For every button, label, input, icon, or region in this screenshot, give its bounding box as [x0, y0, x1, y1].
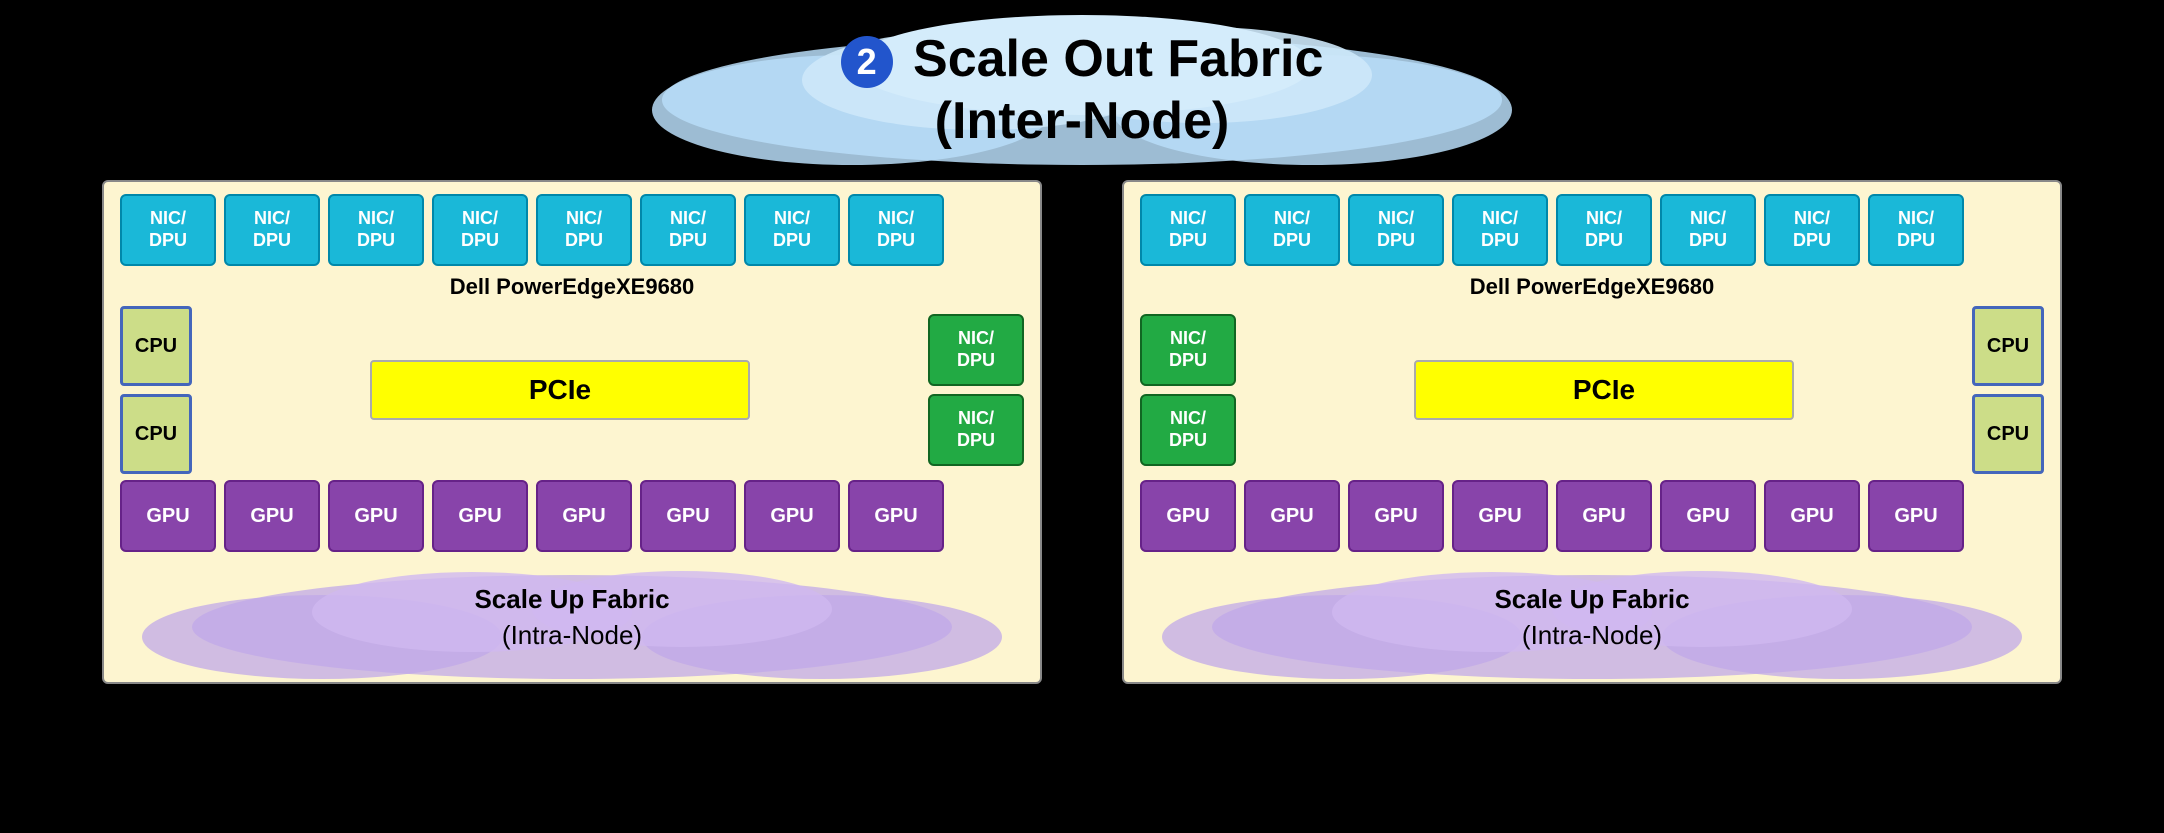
nic-dpu-right-2: NIC/DPU [1244, 194, 1340, 266]
pcie-area-left: PCIe [202, 360, 918, 420]
cpu-left-1: CPU [120, 306, 192, 386]
gpu-right-4: GPU [1452, 480, 1548, 552]
side-nic-right: NIC/DPU NIC/DPU [1140, 314, 1236, 466]
gpu-right-2: GPU [1244, 480, 1340, 552]
nic-top-row-right: NIC/DPU NIC/DPU NIC/DPU NIC/DPU NIC/DPU … [1140, 194, 2044, 266]
nic-dpu-right-6: NIC/DPU [1660, 194, 1756, 266]
gpu-left-5: GPU [536, 480, 632, 552]
side-nic-left-1: NIC/DPU [928, 314, 1024, 386]
nic-dpu-left-2: NIC/DPU [224, 194, 320, 266]
gpu-right-5: GPU [1556, 480, 1652, 552]
scale-out-fabric-cloud: 2 Scale Out Fabric (Inter-Node) [632, 10, 1532, 170]
side-nic-left-2: NIC/DPU [928, 394, 1024, 466]
nic-dpu-right-8: NIC/DPU [1868, 194, 1964, 266]
cpu-right-2: CPU [1972, 394, 2044, 474]
scale-up-right: Scale Up Fabric (Intra-Node) [1140, 552, 2044, 682]
nic-dpu-left-6: NIC/DPU [640, 194, 736, 266]
scale-up-left: Scale Up Fabric (Intra-Node) [120, 552, 1024, 682]
nic-dpu-right-5: NIC/DPU [1556, 194, 1652, 266]
gpu-left-4: GPU [432, 480, 528, 552]
gpu-right-8: GPU [1868, 480, 1964, 552]
scale-out-title: 2 Scale Out Fabric (Inter-Node) [841, 28, 1324, 153]
pcie-box-right: PCIe [1414, 360, 1794, 420]
nic-dpu-left-3: NIC/DPU [328, 194, 424, 266]
nic-dpu-right-1: NIC/DPU [1140, 194, 1236, 266]
gpu-row-right: GPU GPU GPU GPU GPU GPU GPU GPU [1140, 480, 2044, 552]
gpu-right-3: GPU [1348, 480, 1444, 552]
server-label-left: Dell PowerEdgeXE9680 [120, 274, 1024, 300]
gpu-left-6: GPU [640, 480, 736, 552]
gpu-left-7: GPU [744, 480, 840, 552]
cpu-left-2: CPU [120, 394, 192, 474]
nic-dpu-left-5: NIC/DPU [536, 194, 632, 266]
gpu-row-left: GPU GPU GPU GPU GPU GPU GPU GPU [120, 480, 1024, 552]
node-left: NIC/DPU NIC/DPU NIC/DPU NIC/DPU NIC/DPU … [102, 180, 1042, 684]
nic-dpu-left-4: NIC/DPU [432, 194, 528, 266]
side-nic-left: NIC/DPU NIC/DPU [928, 314, 1024, 466]
nic-dpu-left-8: NIC/DPU [848, 194, 944, 266]
node-right: NIC/DPU NIC/DPU NIC/DPU NIC/DPU NIC/DPU … [1122, 180, 2062, 684]
scale-up-label-left: Scale Up Fabric (Intra-Node) [474, 581, 669, 654]
gpu-right-6: GPU [1660, 480, 1756, 552]
nic-top-row-left: NIC/DPU NIC/DPU NIC/DPU NIC/DPU NIC/DPU … [120, 194, 1024, 266]
middle-section-right: NIC/DPU NIC/DPU PCIe CPU CPU [1140, 306, 2044, 474]
gpu-right-1: GPU [1140, 480, 1236, 552]
main-content-row: NIC/DPU NIC/DPU NIC/DPU NIC/DPU NIC/DPU … [0, 180, 2164, 684]
middle-section-left: CPU CPU PCIe NIC/DPU NIC/DPU [120, 306, 1024, 474]
gpu-left-2: GPU [224, 480, 320, 552]
cpu-right-1: CPU [1972, 306, 2044, 386]
cpu-column-left: CPU CPU [120, 306, 192, 474]
nic-dpu-right-4: NIC/DPU [1452, 194, 1548, 266]
nic-dpu-right-3: NIC/DPU [1348, 194, 1444, 266]
nic-dpu-left-1: NIC/DPU [120, 194, 216, 266]
cpu-column-right: CPU CPU [1972, 306, 2044, 474]
pcie-box-left: PCIe [370, 360, 750, 420]
side-nic-right-2: NIC/DPU [1140, 394, 1236, 466]
gpu-left-3: GPU [328, 480, 424, 552]
pcie-area-right: PCIe [1246, 360, 1962, 420]
nic-dpu-left-7: NIC/DPU [744, 194, 840, 266]
gpu-left-8: GPU [848, 480, 944, 552]
gpu-right-7: GPU [1764, 480, 1860, 552]
gpu-left-1: GPU [120, 480, 216, 552]
badge-2: 2 [841, 36, 893, 88]
nic-dpu-right-7: NIC/DPU [1764, 194, 1860, 266]
server-label-right: Dell PowerEdgeXE9680 [1140, 274, 2044, 300]
scale-up-label-right: Scale Up Fabric (Intra-Node) [1494, 581, 1689, 654]
side-nic-right-1: NIC/DPU [1140, 314, 1236, 386]
